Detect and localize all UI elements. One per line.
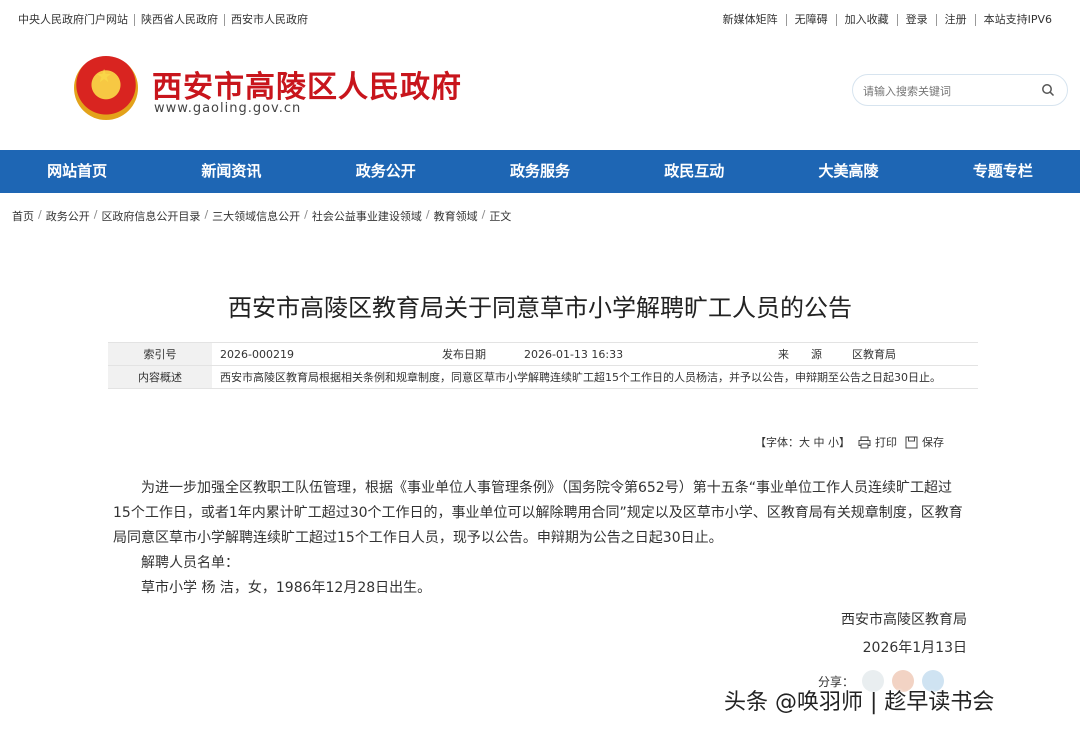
nav-interaction[interactable]: 政民互动 <box>617 150 771 193</box>
print-label: 打印 <box>875 436 897 449</box>
breadcrumb-item[interactable]: 区政府信息公开目录 <box>101 208 200 224</box>
meta-date-value: 2026-01-13 16:33 <box>524 348 624 361</box>
breadcrumb-item[interactable]: 三大领域信息公开 <box>212 208 300 224</box>
save-button[interactable]: 保存 <box>905 434 944 450</box>
national-emblem-logo: ★ <box>74 56 138 120</box>
top-link-xian-gov[interactable]: 西安市人民政府 <box>224 14 314 26</box>
article-paragraph: 为进一步加强全区教职工队伍管理，根据《事业单位人事管理条例》（国务院令第652号… <box>113 480 963 546</box>
top-links-right: 新媒体矩阵 无障碍 加入收藏 登录 注册 本站支持IPV6 <box>715 14 1060 26</box>
top-link-accessibility[interactable]: 无障碍 <box>785 14 836 26</box>
watermark: 头条 @唤羽师 | 趁早读书会 <box>724 690 995 715</box>
font-size-switcher[interactable]: 【字体：大 中 小】 <box>755 434 850 450</box>
breadcrumb-separator: / <box>304 208 308 221</box>
search-input[interactable] <box>863 81 1033 101</box>
top-links-left: 中央人民政府门户网站 陕西省人民政府 西安市人民政府 <box>18 14 314 26</box>
meta-source-value: 区教育局 <box>852 348 896 361</box>
meta-summary-label: 内容概述 <box>108 366 212 388</box>
nav-gov-services[interactable]: 政务服务 <box>463 150 617 193</box>
save-icon <box>905 436 918 448</box>
meta-row: 索引号 2026-000219 发布日期 2026-01-13 16:33 来 … <box>108 343 978 366</box>
search-box <box>852 74 1068 106</box>
meta-source-label: 来 源 <box>756 343 844 365</box>
top-bar: 中央人民政府门户网站 陕西省人民政府 西安市人民政府 新媒体矩阵 无障碍 加入收… <box>0 0 1080 40</box>
breadcrumb: 首页 / 政务公开 / 区政府信息公开目录 / 三大领域信息公开 / 社会公益事业建设领… <box>12 208 511 224</box>
signature-date: 2026年1月13日 <box>862 640 967 656</box>
emblem-star-icon: ★ <box>96 66 113 87</box>
top-link-shaanxi-gov[interactable]: 陕西省人民政府 <box>134 14 224 26</box>
article-paragraph: 草市小学 杨 洁，女，1986年12月28日出生。 <box>141 580 432 596</box>
article-tools: 【字体：大 中 小】 打印 保存 <box>755 434 944 450</box>
top-link-favorite[interactable]: 加入收藏 <box>835 14 897 26</box>
breadcrumb-item[interactable]: 首页 <box>12 208 34 224</box>
site-domain: www.gaoling.gov.cn <box>154 101 302 116</box>
nav-news[interactable]: 新闻资讯 <box>154 150 308 193</box>
top-link-ipv6: 本站支持IPV6 <box>974 14 1060 26</box>
main-nav: 网站首页 新闻资讯 政务公开 政务服务 政民互动 大美高陵 专题专栏 <box>0 150 1080 193</box>
breadcrumb-item[interactable]: 教育领域 <box>434 208 478 224</box>
search-icon[interactable] <box>1041 83 1055 97</box>
breadcrumb-item[interactable]: 社会公益事业建设领域 <box>312 208 422 224</box>
breadcrumb-separator: / <box>38 208 42 221</box>
nav-gov-affairs-open[interactable]: 政务公开 <box>309 150 463 193</box>
breadcrumb-separator: / <box>204 208 209 221</box>
nav-gaoling[interactable]: 大美高陵 <box>771 150 925 193</box>
breadcrumb-separator: / <box>425 208 430 221</box>
breadcrumb-separator: / <box>93 208 98 221</box>
meta-date-label: 发布日期 <box>412 343 516 365</box>
breadcrumb-item[interactable]: 政务公开 <box>46 208 90 224</box>
nav-home[interactable]: 网站首页 <box>0 150 154 193</box>
top-link-new-media[interactable]: 新媒体矩阵 <box>715 14 786 26</box>
top-link-central-gov[interactable]: 中央人民政府门户网站 <box>18 14 134 26</box>
meta-summary-value: 西安市高陵区教育局根据相关条例和规章制度，同意区草市小学解聘连续旷工超15个工作… <box>220 371 941 384</box>
article-title: 西安市高陵区教育局关于同意草市小学解聘旷工人员的公告 <box>228 294 852 322</box>
save-label: 保存 <box>922 436 944 449</box>
signature-org: 西安市高陵区教育局 <box>841 612 967 628</box>
meta-row: 内容概述 西安市高陵区教育局根据相关条例和规章制度，同意区草市小学解聘连续旷工超… <box>108 366 978 389</box>
nav-special-topics[interactable]: 专题专栏 <box>926 150 1080 193</box>
meta-index-value: 2026-000219 <box>220 348 294 361</box>
article-meta-table: 索引号 2026-000219 发布日期 2026-01-13 16:33 来 … <box>108 342 978 389</box>
print-icon <box>858 436 871 448</box>
breadcrumb-current: 正文 <box>489 210 512 223</box>
article-paragraph: 解聘人员名单： <box>141 555 239 571</box>
top-link-register[interactable]: 注册 <box>935 14 975 26</box>
site-title[interactable]: 西安市高陵区人民政府 <box>152 62 462 106</box>
meta-index-label: 索引号 <box>108 343 212 365</box>
article-body: 为进一步加强全区教职工队伍管理，根据《事业单位人事管理条例》（国务院令第652号… <box>113 476 969 601</box>
print-button[interactable]: 打印 <box>858 434 897 450</box>
breadcrumb-separator: / <box>481 208 486 221</box>
top-link-login[interactable]: 登录 <box>896 14 936 26</box>
